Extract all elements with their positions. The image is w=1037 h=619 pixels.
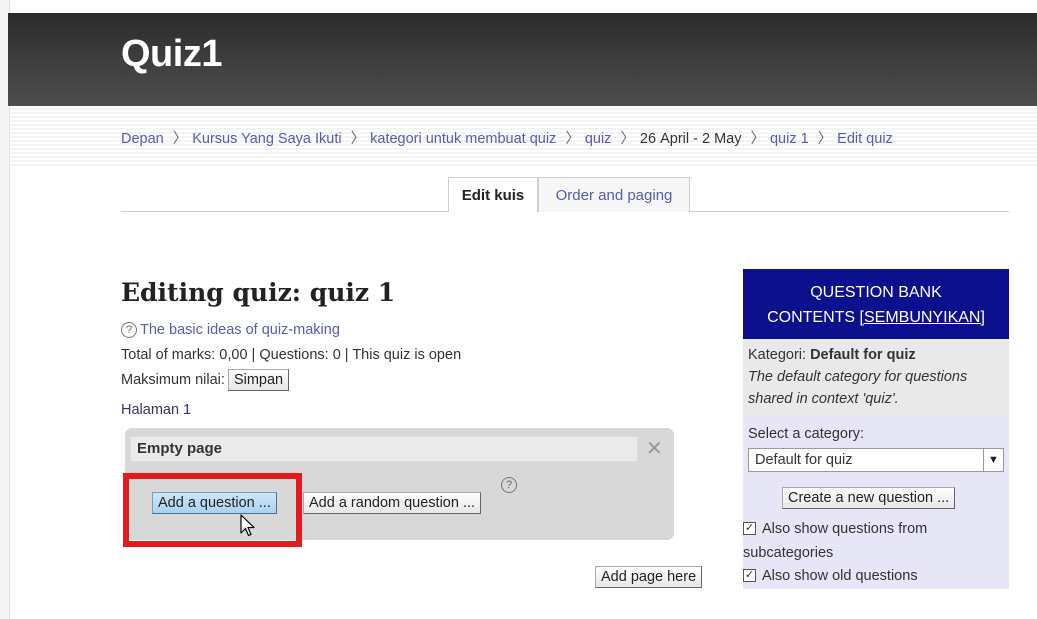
- show-subcategories-label: Also show questions from subcategories: [743, 521, 928, 561]
- add-random-question-button[interactable]: Add a random question ...: [303, 492, 482, 514]
- breadcrumb: Depan 〉 Kursus Yang Saya Ikuti 〉 kategori un…: [121, 127, 893, 148]
- checkbox-checked-icon[interactable]: ✓: [743, 568, 756, 582]
- category-value: Default for quiz: [810, 347, 916, 363]
- question-bank-panel: QUESTION BANK CONTENTS [SEMBUNYIKAN] Kat…: [743, 269, 1009, 589]
- breadcrumb-separator-icon: 〉: [350, 131, 366, 147]
- tab-order-and-paging[interactable]: Order and paging: [538, 177, 690, 212]
- breadcrumb-separator-icon: 〉: [750, 131, 765, 147]
- page-label: Halaman 1: [121, 402, 192, 418]
- question-circle-icon: ?: [121, 322, 137, 338]
- category-info: Kategori: Default for quiz The default c…: [743, 339, 1009, 416]
- add-page-button[interactable]: Add page here: [595, 566, 703, 588]
- question-bank-header: QUESTION BANK CONTENTS [SEMBUNYIKAN]: [743, 269, 1009, 339]
- breadcrumb-item-category[interactable]: kategori untuk membuat quiz: [370, 131, 556, 147]
- close-icon[interactable]: ✕: [646, 437, 663, 461]
- tab-edit-quiz[interactable]: Edit kuis: [448, 177, 538, 212]
- breadcrumb-item-edit-quiz[interactable]: Edit quiz: [837, 131, 893, 147]
- show-old-questions-label: Also show old questions: [762, 568, 918, 584]
- question-circle-icon[interactable]: ?: [501, 477, 517, 493]
- checkbox-checked-icon[interactable]: ✓: [743, 521, 756, 535]
- breadcrumb-item-courses[interactable]: Kursus Yang Saya Ikuti: [192, 131, 341, 147]
- breadcrumb-item-week: 26 April - 2 May: [639, 131, 742, 147]
- site-header: Quiz1: [8, 13, 1037, 106]
- category-description: The default category for questions share…: [748, 369, 968, 407]
- breadcrumb-item-depan[interactable]: Depan: [121, 131, 164, 147]
- max-grade-label: Maksimum nilai:: [121, 372, 225, 388]
- quiz-summary: Total of marks: 0,00 | Questions: 0 | Th…: [121, 347, 462, 363]
- breadcrumb-separator-icon: 〉: [565, 131, 580, 147]
- hide-question-bank-link[interactable]: [SEMBUNYIKAN]: [860, 309, 985, 326]
- breadcrumb-item-quiz[interactable]: quiz: [585, 131, 612, 147]
- create-question-button[interactable]: Create a new question ...: [782, 487, 956, 509]
- select-category-label: Select a category:: [748, 426, 865, 442]
- question-bank-title-line1: QUESTION BANK: [810, 284, 942, 301]
- category-label: Kategori:: [748, 347, 807, 363]
- add-question-button[interactable]: Add a question ...: [152, 492, 277, 514]
- question-bank-title-line2: CONTENTS [SEMBUNYIKAN]: [743, 305, 1009, 330]
- breadcrumb-item-quiz1[interactable]: quiz 1: [770, 131, 809, 147]
- chevron-down-icon[interactable]: ▼: [983, 449, 1003, 471]
- page-box-title: Empty page: [130, 436, 638, 462]
- site-title[interactable]: Quiz1: [121, 33, 222, 76]
- max-grade-row: Maksimum nilai: Simpan: [121, 369, 290, 391]
- help-link-label[interactable]: The basic ideas of quiz-making: [140, 322, 340, 338]
- show-subcategories-option: ✓ Also show questions from subcategories: [743, 517, 1009, 565]
- question-bank-controls: Select a category: Default for quiz ▼ Cr…: [743, 416, 1009, 589]
- breadcrumb-separator-icon: 〉: [817, 131, 833, 147]
- show-old-questions-option: ✓ Also show old questions: [743, 566, 918, 586]
- help-link[interactable]: ? The basic ideas of quiz-making: [121, 322, 340, 338]
- breadcrumb-separator-icon: 〉: [172, 131, 188, 147]
- question-bank-title-contents: CONTENTS: [767, 309, 856, 326]
- category-select-value: Default for quiz: [755, 452, 853, 468]
- breadcrumb-separator-icon: 〉: [620, 131, 635, 147]
- page-title: Editing quiz: quiz 1: [121, 278, 396, 307]
- mouse-pointer-icon: [240, 514, 255, 537]
- category-select[interactable]: Default for quiz ▼: [748, 448, 1004, 472]
- save-button[interactable]: Simpan: [227, 369, 290, 391]
